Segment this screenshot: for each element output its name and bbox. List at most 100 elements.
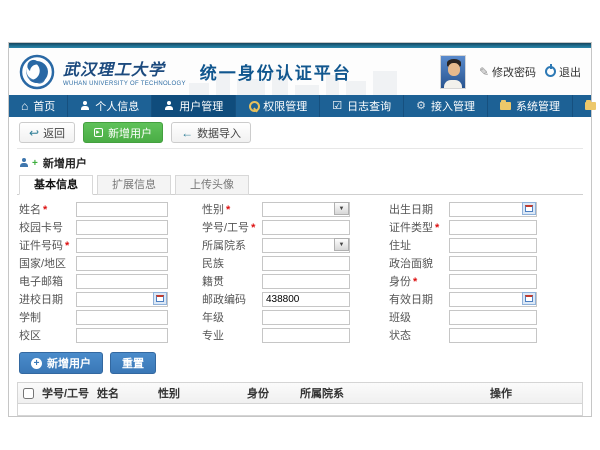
- ethnicity-input[interactable]: [262, 256, 350, 271]
- country-region-input[interactable]: [76, 256, 168, 271]
- app-window: 武汉理工大学 WUHAN UNIVERSITY OF TECHNOLOGY 统一…: [8, 42, 592, 417]
- campus-input[interactable]: [76, 328, 168, 343]
- schooling-length-input[interactable]: [76, 310, 168, 325]
- enroll-date-label: 进校日期: [19, 291, 76, 307]
- reset-button[interactable]: 重置: [110, 352, 156, 374]
- campus-card-no-input[interactable]: [76, 220, 168, 235]
- tab-upload-avatar[interactable]: 上传头像: [175, 175, 249, 195]
- identity-field: [449, 273, 537, 289]
- id-number-input[interactable]: [76, 238, 168, 253]
- field-label-text: 进校日期: [19, 294, 63, 306]
- nav-item-subscription-management[interactable]: 订阅管理: [573, 95, 600, 117]
- required-asterisk: *: [43, 204, 47, 216]
- postal-code-input[interactable]: [262, 292, 350, 307]
- native-place-label: 籍贯: [202, 273, 262, 289]
- id-number-label: 证件号码*: [19, 237, 76, 253]
- field-label-text: 学号/工号: [202, 222, 249, 234]
- import-arrow-icon: ←: [181, 127, 193, 139]
- person-icon: [80, 101, 90, 111]
- header: 武汉理工大学 WUHAN UNIVERSITY OF TECHNOLOGY 统一…: [9, 48, 591, 95]
- required-asterisk: *: [226, 204, 230, 216]
- select-all-checkbox[interactable]: [23, 388, 34, 399]
- university-name: 武汉理工大学: [63, 56, 186, 80]
- grade-label: 年级: [202, 309, 262, 325]
- grade-input[interactable]: [262, 310, 350, 325]
- field-label-text: 所属院系: [202, 240, 246, 252]
- native-place-field: [262, 273, 350, 289]
- native-place-input[interactable]: [262, 274, 350, 289]
- class-label: 班级: [389, 309, 449, 325]
- nav-item-log-query[interactable]: 日志查询: [320, 95, 404, 117]
- person-add-icon: [19, 158, 29, 168]
- folder-icon: [500, 102, 511, 110]
- data-import-label: 数据导入: [197, 125, 241, 141]
- campus-card-no-field: [76, 219, 168, 235]
- column-header-5: 操作: [486, 385, 582, 401]
- nav-item-permission-management[interactable]: 权限管理: [236, 95, 320, 117]
- address-input[interactable]: [449, 238, 537, 253]
- form-row: 姓名*性别*▼出生日期: [19, 200, 583, 218]
- column-header-3: 身份: [243, 385, 296, 401]
- nav-item-access-management[interactable]: 接入管理: [404, 95, 488, 117]
- user-table: 学号/工号姓名性别身份所属院系操作: [17, 382, 583, 416]
- home-icon: [21, 100, 28, 113]
- address-field: [449, 237, 537, 253]
- gear-icon: [416, 101, 426, 112]
- email-input[interactable]: [76, 274, 168, 289]
- nav-item-label: 权限管理: [263, 98, 307, 114]
- power-icon: [545, 66, 556, 77]
- change-password-link[interactable]: ✎ 修改密码: [479, 64, 536, 80]
- tab-extended-info[interactable]: 扩展信息: [97, 175, 171, 195]
- calendar-icon[interactable]: [153, 292, 167, 305]
- status-input[interactable]: [449, 328, 537, 343]
- back-button[interactable]: ↩ 返回: [19, 122, 75, 143]
- form-row: 进校日期邮政编码有效日期: [19, 290, 583, 308]
- log-icon: [332, 101, 342, 112]
- field-label-text: 学制: [19, 312, 41, 324]
- add-user-button[interactable]: 新增用户: [83, 122, 163, 143]
- field-label-text: 状态: [389, 330, 411, 342]
- content: ↩ 返回 新增用户 ← 数据导入 + 新增用户 基本信息扩展信息上传头像 姓名*…: [9, 117, 591, 416]
- campus-field: [76, 327, 168, 343]
- nav-item-profile[interactable]: 个人信息: [68, 95, 152, 117]
- nav-item-label: 用户管理: [179, 98, 223, 114]
- nav-item-home[interactable]: 首页: [9, 95, 68, 117]
- identity-input[interactable]: [449, 274, 537, 289]
- avatar-shirt: [444, 80, 462, 88]
- chevron-down-icon[interactable]: ▼: [334, 202, 349, 215]
- field-label-text: 有效日期: [389, 294, 433, 306]
- required-asterisk: *: [435, 222, 439, 234]
- data-import-button[interactable]: ← 数据导入: [171, 122, 251, 143]
- calendar-glyph: [525, 205, 533, 212]
- logout-link[interactable]: 退出: [545, 64, 581, 80]
- schooling-length-label: 学制: [19, 309, 76, 325]
- name-input[interactable]: [76, 202, 168, 217]
- email-label: 电子邮箱: [19, 273, 76, 289]
- political-status-input[interactable]: [449, 256, 537, 271]
- section-header: + 新增用户: [17, 149, 583, 174]
- political-status-field: [449, 255, 537, 271]
- nav-item-user-management[interactable]: 用户管理: [152, 95, 236, 117]
- avatar-face: [448, 63, 460, 76]
- add-user-icon: [94, 128, 103, 137]
- id-type-input[interactable]: [449, 220, 537, 235]
- calendar-icon[interactable]: [522, 202, 536, 215]
- major-input[interactable]: [262, 328, 350, 343]
- student-id-input[interactable]: [262, 220, 350, 235]
- field-label-text: 政治面貌: [389, 258, 433, 270]
- submit-add-user-button[interactable]: + 新增用户: [19, 352, 103, 374]
- tab-basic-info[interactable]: 基本信息: [19, 175, 93, 195]
- gender-field: ▼: [262, 201, 350, 217]
- calendar-icon[interactable]: [522, 292, 536, 305]
- calendar-glyph: [156, 295, 164, 302]
- user-table-empty-body: [18, 404, 582, 415]
- birth-date-field: [449, 201, 537, 217]
- name-label: 姓名*: [19, 201, 76, 217]
- select-all-cell: [18, 388, 38, 399]
- field-label-text: 籍贯: [202, 276, 224, 288]
- nav-item-system-management[interactable]: 系统管理: [488, 95, 573, 117]
- chevron-down-icon[interactable]: ▼: [334, 238, 349, 251]
- class-input[interactable]: [449, 310, 537, 325]
- header-actions: ✎ 修改密码 退出: [440, 55, 581, 89]
- key-icon: [248, 101, 258, 111]
